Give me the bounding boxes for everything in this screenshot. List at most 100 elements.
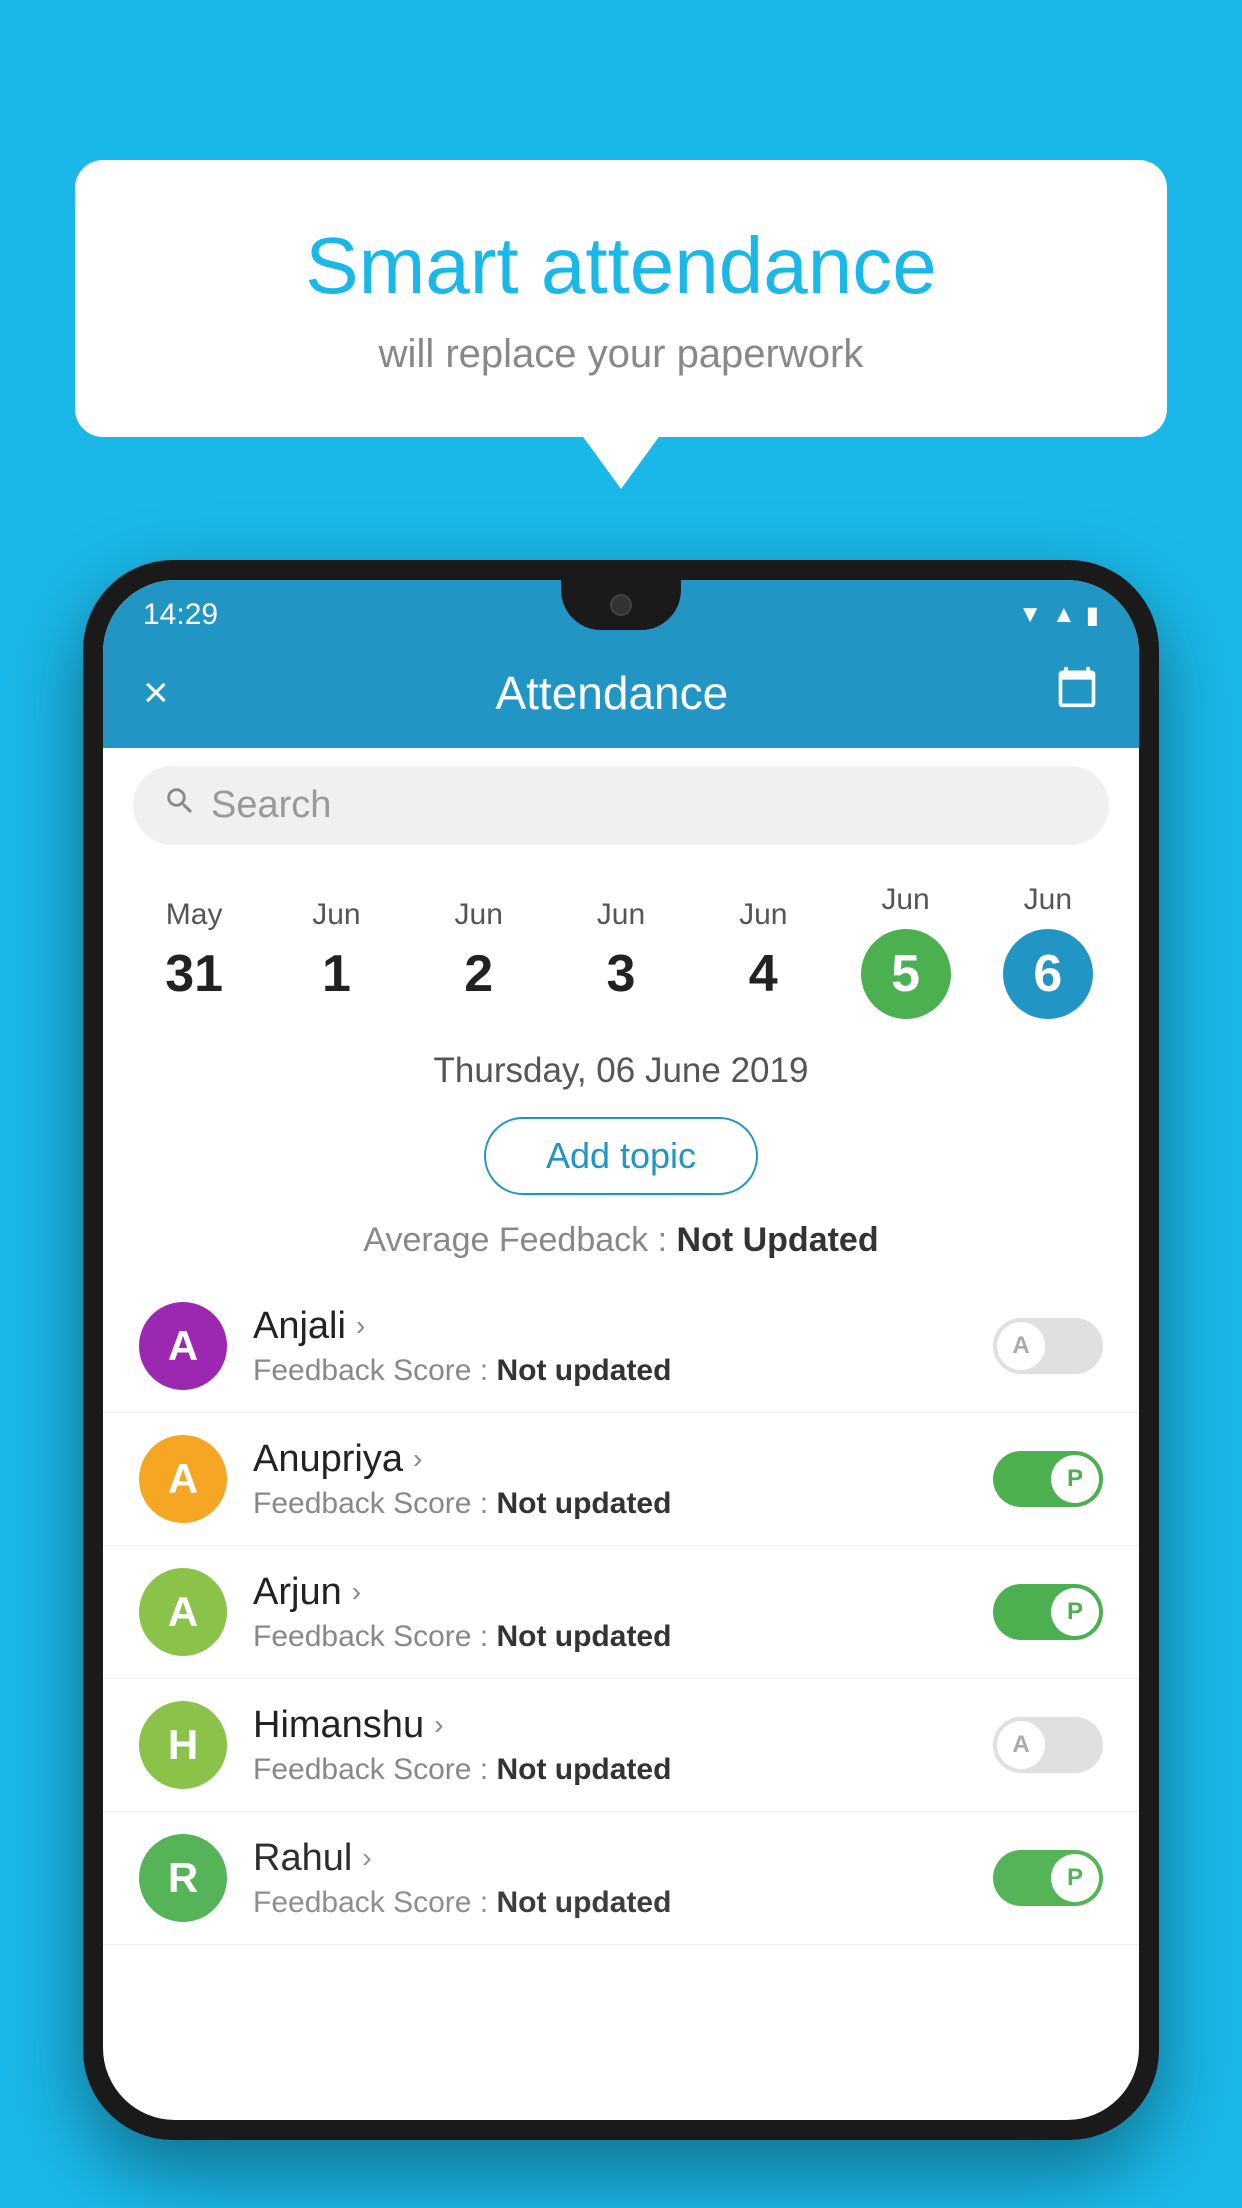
cal-date-circle-6: 6: [1003, 929, 1093, 1019]
wifi-icon: ▼: [1018, 601, 1042, 629]
attendance-toggle-anjali[interactable]: A: [993, 1318, 1103, 1374]
phone-time: 14:29: [143, 598, 218, 632]
student-list: A Anjali › Feedback Score : Not updated: [103, 1280, 1139, 2120]
toggle-circle-himanshu: A: [997, 1721, 1045, 1769]
student-avatar-anjali: A: [139, 1302, 227, 1390]
feedback-score-himanshu: Feedback Score : Not updated: [253, 1753, 967, 1787]
toggle-circle-anupriya: P: [1051, 1455, 1099, 1503]
cal-month-4: Jun: [739, 898, 787, 932]
toggle-circle-rahul: P: [1051, 1854, 1099, 1902]
student-name-arjun: Arjun ›: [253, 1571, 967, 1614]
phone-notch: [561, 580, 681, 630]
cal-date-circle-4: 4: [749, 944, 778, 1004]
avg-feedback-label: Average Feedback :: [363, 1221, 667, 1259]
cal-month-3: Jun: [597, 898, 645, 932]
cal-month-6: Jun: [1024, 883, 1072, 917]
avg-feedback: Average Feedback : Not Updated: [103, 1211, 1139, 1280]
student-info-arjun: Arjun › Feedback Score : Not updated: [253, 1571, 967, 1654]
content-area: Thursday, 06 June 2019 Add topic Average…: [103, 1029, 1139, 2120]
search-icon: [163, 784, 197, 827]
feedback-score-rahul: Feedback Score : Not updated: [253, 1886, 967, 1920]
calendar-button[interactable]: [1055, 665, 1099, 720]
chevron-right-icon-arjun: ›: [352, 1576, 361, 1608]
cal-date-3: 3: [607, 944, 636, 1004]
cal-day-0[interactable]: May 31: [134, 898, 254, 1004]
phone-screen: × Attendance Search: [103, 580, 1139, 2120]
cal-day-6[interactable]: Jun 6: [988, 883, 1108, 1019]
student-info-anupriya: Anupriya › Feedback Score : Not updated: [253, 1438, 967, 1521]
student-item-arjun[interactable]: A Arjun › Feedback Score : Not updated: [103, 1546, 1139, 1679]
calendar-icon: [1055, 665, 1099, 709]
chevron-right-icon-anjali: ›: [356, 1310, 365, 1342]
attendance-toggle-anupriya[interactable]: P: [993, 1451, 1103, 1507]
student-name-anupriya: Anupriya ›: [253, 1438, 967, 1481]
cal-date-0: 31: [165, 944, 223, 1004]
app-bar-title: Attendance: [495, 666, 728, 720]
avg-feedback-text: Average Feedback : Not Updated: [363, 1221, 878, 1259]
cal-day-2[interactable]: Jun 2: [419, 898, 539, 1004]
calendar-strip: May 31 Jun 1 Jun 2: [103, 863, 1139, 1029]
date-info: Thursday, 06 June 2019: [103, 1029, 1139, 1107]
toggle-circle-arjun: P: [1051, 1588, 1099, 1636]
student-avatar-rahul: R: [139, 1834, 227, 1922]
chevron-right-icon-himanshu: ›: [434, 1709, 443, 1741]
student-info-himanshu: Himanshu › Feedback Score : Not updated: [253, 1704, 967, 1787]
student-item-rahul[interactable]: R Rahul › Feedback Score : Not updated: [103, 1812, 1139, 1945]
bubble-title: Smart attendance: [155, 220, 1087, 312]
search-placeholder: Search: [211, 784, 331, 827]
attendance-toggle-rahul[interactable]: P: [993, 1850, 1103, 1906]
add-topic-container: Add topic: [103, 1107, 1139, 1211]
bubble-subtitle: will replace your paperwork: [155, 332, 1087, 377]
phone-container: 14:29 ▼ ▲ ▮ × Attendance: [83, 560, 1159, 2208]
add-topic-button[interactable]: Add topic: [484, 1117, 758, 1195]
student-name-rahul: Rahul ›: [253, 1837, 967, 1880]
search-bar-container: Search: [103, 748, 1139, 863]
student-name-anjali: Anjali ›: [253, 1305, 967, 1348]
student-item-himanshu[interactable]: H Himanshu › Feedback Score : Not update…: [103, 1679, 1139, 1812]
cal-date-1: 1: [322, 944, 351, 1004]
close-button[interactable]: ×: [143, 668, 169, 718]
cal-day-4[interactable]: Jun 4: [703, 898, 823, 1004]
search-bar[interactable]: Search: [133, 766, 1109, 845]
attendance-toggle-arjun[interactable]: P: [993, 1584, 1103, 1640]
attendance-toggle-himanshu[interactable]: A: [993, 1717, 1103, 1773]
cal-date-circle-3: 3: [607, 944, 636, 1004]
avg-feedback-value: Not Updated: [677, 1221, 879, 1259]
speech-bubble: Smart attendance will replace your paper…: [75, 160, 1167, 437]
student-item-anjali[interactable]: A Anjali › Feedback Score : Not updated: [103, 1280, 1139, 1413]
battery-icon: ▮: [1086, 601, 1099, 630]
cal-date-6: 6: [1033, 944, 1062, 1004]
speech-bubble-container: Smart attendance will replace your paper…: [75, 160, 1167, 437]
feedback-score-anjali: Feedback Score : Not updated: [253, 1354, 967, 1388]
student-name-himanshu: Himanshu ›: [253, 1704, 967, 1747]
cal-date-circle-2: 2: [464, 944, 493, 1004]
chevron-right-icon-anupriya: ›: [413, 1443, 422, 1475]
signal-icon: ▲: [1052, 601, 1076, 629]
selected-date-text: Thursday, 06 June 2019: [434, 1051, 809, 1090]
cal-month-2: Jun: [455, 898, 503, 932]
phone-status-icons: ▼ ▲ ▮: [1018, 601, 1099, 630]
cal-date-5: 5: [891, 944, 920, 1004]
feedback-score-arjun: Feedback Score : Not updated: [253, 1620, 967, 1654]
cal-month-0: May: [166, 898, 223, 932]
cal-day-1[interactable]: Jun 1: [276, 898, 396, 1004]
student-info-rahul: Rahul › Feedback Score : Not updated: [253, 1837, 967, 1920]
toggle-circle-anjali: A: [997, 1322, 1045, 1370]
chevron-right-icon-rahul: ›: [362, 1842, 371, 1874]
student-info-anjali: Anjali › Feedback Score : Not updated: [253, 1305, 967, 1388]
cal-date-circle-5: 5: [861, 929, 951, 1019]
cal-month-1: Jun: [312, 898, 360, 932]
cal-date-4: 4: [749, 944, 778, 1004]
status-bar: 14:29 ▼ ▲ ▮: [83, 580, 1159, 650]
cal-day-3[interactable]: Jun 3: [561, 898, 681, 1004]
camera-dot: [610, 594, 632, 616]
cal-day-5[interactable]: Jun 5: [846, 883, 966, 1019]
cal-date-2: 2: [464, 944, 493, 1004]
feedback-score-anupriya: Feedback Score : Not updated: [253, 1487, 967, 1521]
cal-date-circle-1: 1: [322, 944, 351, 1004]
student-avatar-arjun: A: [139, 1568, 227, 1656]
student-avatar-anupriya: A: [139, 1435, 227, 1523]
cal-date-circle-0: 31: [165, 944, 223, 1004]
student-item-anupriya[interactable]: A Anupriya › Feedback Score : Not update…: [103, 1413, 1139, 1546]
phone-outer: 14:29 ▼ ▲ ▮ × Attendance: [83, 560, 1159, 2140]
